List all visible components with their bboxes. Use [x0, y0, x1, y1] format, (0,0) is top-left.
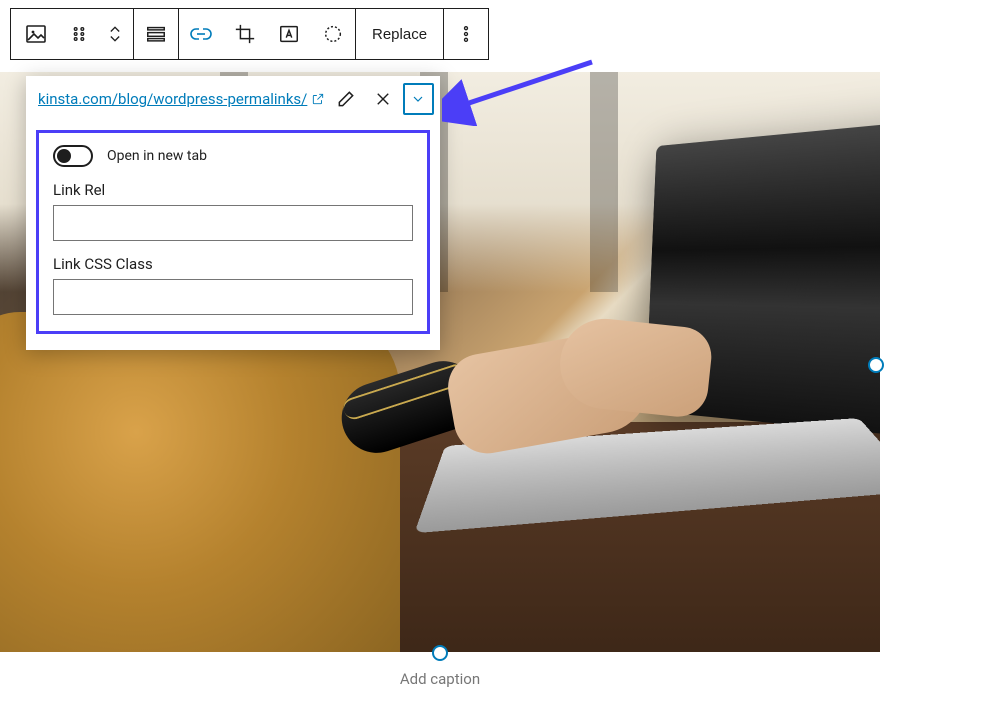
edit-link-button[interactable]: [329, 82, 362, 116]
annotation-arrow: [442, 56, 602, 126]
text-overlay-button[interactable]: [267, 9, 311, 59]
crop-icon: [234, 23, 256, 45]
chevron-updown-icon: [105, 24, 125, 44]
link-url[interactable]: kinsta.com/blog/wordpress-permalinks/: [38, 90, 325, 108]
link-css-class-input[interactable]: [53, 279, 413, 315]
duotone-button[interactable]: [311, 9, 355, 59]
crop-button[interactable]: [223, 9, 267, 59]
replace-button-label: Replace: [372, 26, 427, 43]
block-type-image-button[interactable]: [11, 9, 61, 59]
replace-button[interactable]: Replace: [356, 9, 443, 59]
resize-handle-right[interactable]: [868, 357, 884, 373]
more-options-button[interactable]: [444, 9, 488, 59]
open-new-tab-toggle[interactable]: [53, 145, 93, 167]
link-icon: [189, 22, 213, 46]
block-toolbar: Replace: [10, 8, 489, 60]
pencil-icon: [336, 89, 356, 109]
drag-handle-icon: [69, 24, 89, 44]
duotone-filter-icon: [322, 23, 344, 45]
remove-link-button[interactable]: [366, 82, 399, 116]
close-icon: [374, 90, 392, 108]
link-button[interactable]: [179, 9, 223, 59]
link-rel-input[interactable]: [53, 205, 413, 241]
link-url-text: kinsta.com/blog/wordpress-permalinks/: [38, 90, 307, 108]
link-url-row: kinsta.com/blog/wordpress-permalinks/: [26, 76, 440, 122]
link-settings-popover: kinsta.com/blog/wordpress-permalinks/ Op…: [26, 76, 440, 350]
drag-handle-button[interactable]: [61, 9, 97, 59]
align-button[interactable]: [134, 9, 178, 59]
image-icon: [24, 22, 48, 46]
kebab-icon: [456, 24, 476, 44]
text-over-image-icon: [278, 23, 300, 45]
link-rel-label: Link Rel: [53, 181, 413, 199]
align-icon: [145, 23, 167, 45]
link-advanced-settings: Open in new tab Link Rel Link CSS Class: [36, 130, 430, 334]
open-new-tab-label: Open in new tab: [107, 148, 207, 164]
chevron-down-icon: [410, 91, 426, 107]
external-link-icon: [311, 92, 325, 106]
link-css-class-label: Link CSS Class: [53, 255, 413, 273]
image-caption-input[interactable]: Add caption: [0, 670, 880, 688]
resize-handle-bottom[interactable]: [432, 645, 448, 661]
move-updown-button[interactable]: [97, 9, 133, 59]
link-settings-toggle-button[interactable]: [403, 83, 434, 115]
